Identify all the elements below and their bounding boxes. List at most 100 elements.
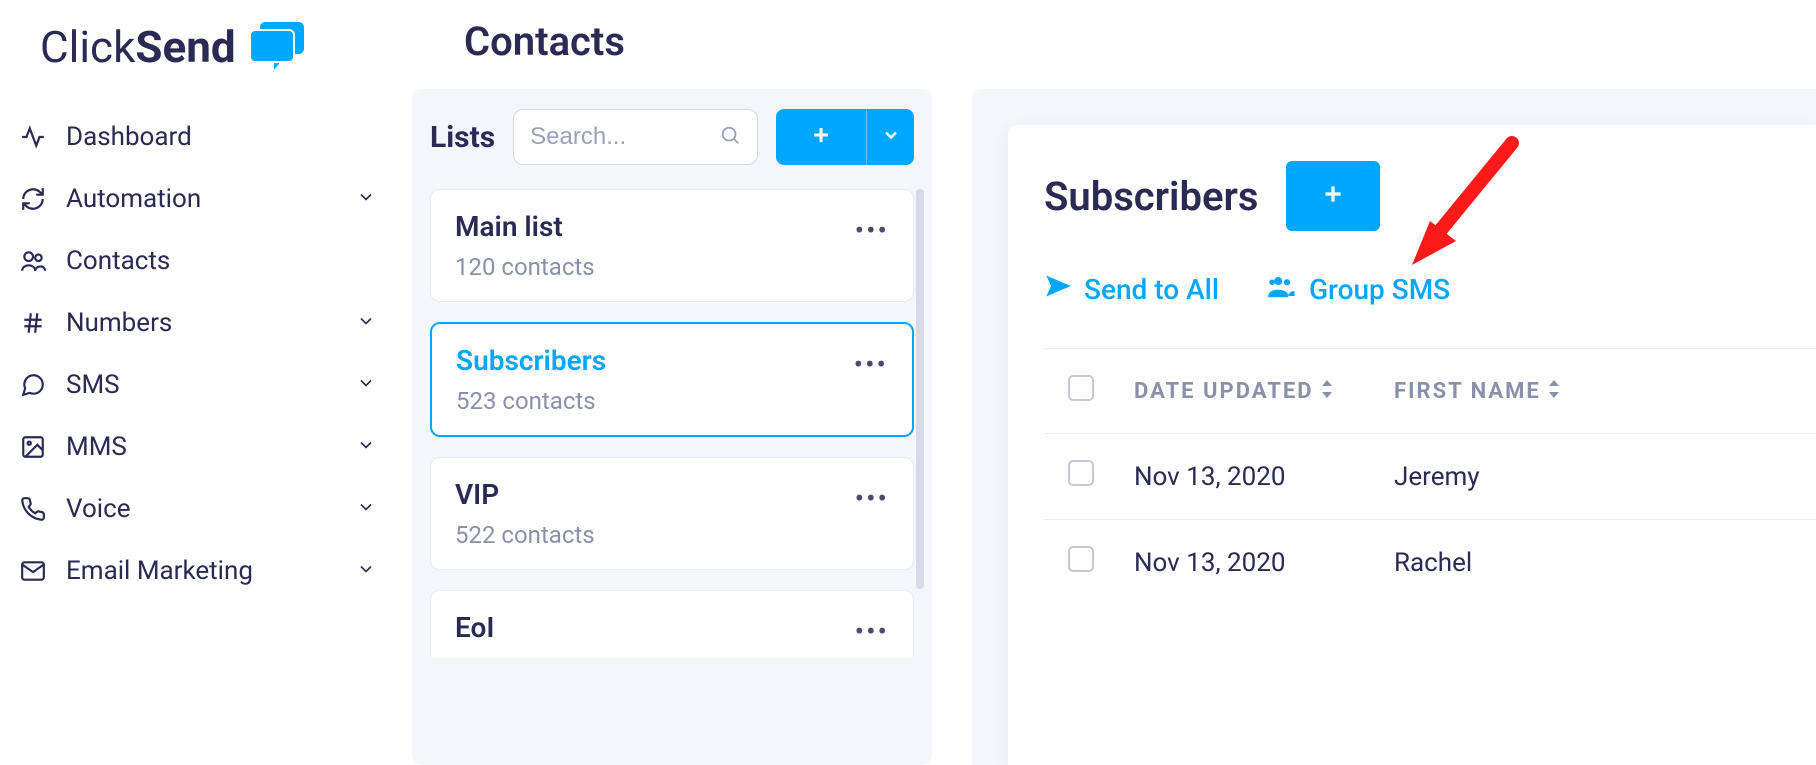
nav-email-marketing[interactable]: Email Marketing: [0, 540, 400, 602]
list-card[interactable]: Main list 120 contacts •••: [430, 189, 914, 302]
mail-icon: [18, 556, 48, 586]
annotation-arrow-icon: [1402, 133, 1532, 277]
nav-sms[interactable]: SMS: [0, 354, 400, 416]
list-card[interactable]: EoI •••: [430, 590, 914, 658]
page-title: Contacts: [400, 0, 1816, 89]
chat-bubbles-icon: [244, 18, 314, 76]
select-all-cell: [1044, 375, 1134, 407]
content-row: Lists: [400, 89, 1816, 765]
search-input[interactable]: [530, 123, 719, 151]
cell-first-name: Jeremy: [1394, 462, 1614, 492]
nav-numbers[interactable]: Numbers: [0, 292, 400, 354]
hash-icon: [18, 308, 48, 338]
nav-contacts[interactable]: Contacts: [0, 230, 400, 292]
action-label: Group SMS: [1309, 273, 1450, 306]
lists-header: Lists: [430, 109, 914, 189]
list-card-title: EoI: [455, 611, 494, 644]
plus-icon: [1320, 181, 1346, 211]
logo-text-part2: Send: [135, 21, 235, 73]
logo-text-part1: Click: [40, 21, 135, 73]
phone-icon: [18, 494, 48, 524]
detail-inner: Subscribers: [1008, 125, 1816, 765]
sidebar: ClickSend Dashboard Automation: [0, 0, 400, 765]
table-row[interactable]: Nov 13, 2020 Rachel: [1044, 519, 1816, 605]
chevron-down-icon: [356, 432, 376, 462]
column-label: DATE UPDATED: [1134, 379, 1314, 404]
nav-label: Dashboard: [66, 122, 192, 152]
detail-actions: Send to All Group SMS: [1044, 271, 1816, 308]
list-card-count: 522 contacts: [455, 521, 595, 549]
search-box[interactable]: [513, 109, 758, 165]
detail-header: Subscribers: [1044, 161, 1816, 231]
more-icon[interactable]: •••: [855, 210, 889, 247]
chevron-down-icon: [356, 494, 376, 524]
group-sms-action[interactable]: Group SMS: [1267, 271, 1450, 308]
chat-icon: [18, 370, 48, 400]
contacts-table: DATE UPDATED FIRST NAME: [1044, 348, 1816, 605]
nav-voice[interactable]: Voice: [0, 478, 400, 540]
sort-icon: [1547, 379, 1561, 404]
activity-icon: [18, 122, 48, 152]
nav-label: Numbers: [66, 308, 172, 338]
list-card[interactable]: VIP 522 contacts •••: [430, 457, 914, 570]
add-list-button-group: [776, 109, 914, 165]
chevron-down-icon: [356, 370, 376, 400]
users-icon: [18, 246, 48, 276]
table-row[interactable]: Nov 13, 2020 Jeremy: [1044, 433, 1816, 519]
list-card-title: VIP: [455, 478, 595, 511]
lists-label: Lists: [430, 120, 495, 155]
send-to-all-action[interactable]: Send to All: [1044, 271, 1219, 308]
detail-panel: Subscribers: [972, 89, 1816, 765]
list-card-count: 120 contacts: [455, 253, 595, 281]
nav-dashboard[interactable]: Dashboard: [0, 106, 400, 168]
nav-label: SMS: [66, 370, 120, 400]
list-card-title: Subscribers: [456, 344, 606, 377]
lists-panel: Lists: [412, 89, 932, 765]
nav-label: MMS: [66, 432, 127, 462]
select-all-checkbox[interactable]: [1068, 375, 1094, 401]
search-icon: [719, 124, 741, 150]
nav-mms[interactable]: MMS: [0, 416, 400, 478]
column-date-updated[interactable]: DATE UPDATED: [1134, 379, 1394, 404]
nav-list: Dashboard Automation Contacts Numbers: [0, 106, 400, 602]
logo[interactable]: ClickSend: [0, 18, 400, 106]
image-icon: [18, 432, 48, 462]
cell-first-name: Rachel: [1394, 548, 1614, 578]
nav-label: Email Marketing: [66, 556, 253, 586]
group-icon: [1267, 271, 1297, 308]
nav-label: Contacts: [66, 246, 170, 276]
list-cards: Main list 120 contacts ••• Subscribers 5…: [430, 189, 914, 658]
action-label: Send to All: [1084, 273, 1219, 306]
more-icon[interactable]: •••: [854, 344, 888, 381]
scrollbar[interactable]: [916, 189, 924, 589]
nav-automation[interactable]: Automation: [0, 168, 400, 230]
add-subscriber-button[interactable]: [1286, 161, 1380, 231]
detail-title: Subscribers: [1044, 173, 1258, 220]
cell-date: Nov 13, 2020: [1134, 548, 1394, 578]
nav-label: Automation: [66, 184, 201, 214]
cell-date: Nov 13, 2020: [1134, 462, 1394, 492]
paper-plane-icon: [1044, 272, 1072, 307]
chevron-down-icon: [356, 556, 376, 586]
list-card[interactable]: Subscribers 523 contacts •••: [430, 322, 914, 437]
row-checkbox[interactable]: [1068, 546, 1094, 572]
chevron-down-icon: [881, 125, 901, 149]
sync-icon: [18, 184, 48, 214]
chevron-down-icon: [356, 308, 376, 338]
list-card-title: Main list: [455, 210, 595, 243]
plus-icon: [809, 123, 833, 151]
more-icon[interactable]: •••: [855, 478, 889, 515]
column-first-name[interactable]: FIRST NAME: [1394, 379, 1614, 404]
add-list-dropdown[interactable]: [866, 109, 914, 165]
list-card-count: 523 contacts: [456, 387, 606, 415]
nav-label: Voice: [66, 494, 131, 524]
table-header: DATE UPDATED FIRST NAME: [1044, 348, 1816, 433]
logo-text: ClickSend: [40, 21, 236, 73]
column-label: FIRST NAME: [1394, 379, 1541, 404]
add-list-button[interactable]: [776, 109, 866, 165]
sort-icon: [1320, 379, 1334, 404]
row-checkbox[interactable]: [1068, 460, 1094, 486]
more-icon[interactable]: •••: [855, 611, 889, 648]
chevron-down-icon: [356, 184, 376, 214]
main: Contacts Lists: [400, 0, 1816, 765]
